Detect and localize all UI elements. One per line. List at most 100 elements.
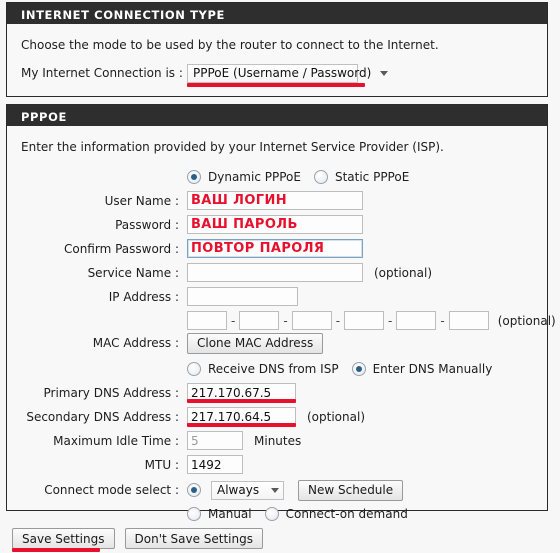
- connect-mode-options-control: Manual Connect-on demand: [187, 506, 408, 521]
- mac-octet-5-input[interactable]: [396, 311, 437, 330]
- chevron-down-icon: [271, 487, 279, 493]
- connect-mode-row: Connect mode select : Always New Schedul…: [19, 478, 535, 502]
- radio-enter-dns-manually[interactable]: [351, 361, 366, 376]
- service-name-input[interactable]: [187, 263, 363, 282]
- user-name-row: User Name :: [19, 190, 535, 211]
- secondary-dns-optional-text: (optional): [307, 409, 365, 424]
- mac-octet-3-input[interactable]: [291, 311, 332, 330]
- chevron-down-icon: [380, 70, 389, 76]
- primary-dns-control: [187, 383, 296, 403]
- user-name-input[interactable]: [187, 191, 363, 210]
- internet-connection-type-panel: Choose the mode to be used by the router…: [6, 24, 548, 97]
- secondary-dns-highlight-underline: [187, 423, 296, 427]
- internet-connection-type-title: INTERNET CONNECTION TYPE: [21, 8, 225, 22]
- mac-separator-5: -: [440, 313, 445, 328]
- secondary-dns-label: Secondary DNS Address :: [26, 409, 179, 424]
- pppoe-mode-row: Dynamic PPPoE Static PPPoE: [19, 166, 535, 187]
- save-settings-highlight-underline: [12, 548, 100, 552]
- connection-type-intro: Choose the mode to be used by the router…: [21, 38, 439, 52]
- clone-mac-control: Clone MAC Address: [187, 332, 324, 354]
- max-idle-time-control: Minutes: [187, 431, 301, 450]
- ip-address-row: IP Address :: [19, 286, 535, 307]
- footer-actions: Save Settings Don't Save Settings: [12, 528, 263, 552]
- mac-address-octets-control: - - - - - (optional): [187, 311, 556, 330]
- dns-mode-row: Receive DNS from ISP Enter DNS Manually: [19, 358, 535, 379]
- mac-octet-6-input[interactable]: [448, 311, 489, 330]
- radio-connect-on-demand[interactable]: [264, 506, 279, 521]
- connect-mode-label: Connect mode select :: [44, 483, 179, 497]
- service-name-optional-text: (optional): [374, 265, 432, 280]
- radio-dynamic-pppoe[interactable]: [187, 169, 201, 184]
- radio-receive-dns-from-isp[interactable]: [187, 361, 201, 376]
- password-input[interactable]: [187, 215, 363, 234]
- user-name-label: User Name :: [104, 193, 179, 208]
- radio-connect-mode-always[interactable]: [187, 483, 201, 497]
- connection-type-control: PPPoE (Username / Password): [187, 63, 389, 87]
- connection-type-highlight-underline: [187, 82, 365, 87]
- connection-type-row: My Internet Connection is : PPPoE (Usern…: [19, 62, 535, 87]
- password-row: Password :: [19, 214, 535, 235]
- mac-octet-1-input[interactable]: [187, 311, 227, 330]
- mac-separator-2: -: [283, 313, 288, 328]
- connect-mode-select[interactable]: Always: [211, 480, 284, 500]
- confirm-password-control: [187, 239, 363, 258]
- mtu-control: [187, 455, 243, 474]
- secondary-dns-control: (optional): [187, 407, 365, 427]
- ip-address-input[interactable]: [187, 287, 298, 306]
- minutes-label: Minutes: [254, 433, 302, 448]
- mac-address-row: MAC Address : Clone MAC Address: [19, 331, 535, 355]
- label-dynamic-pppoe: Dynamic PPPoE: [208, 169, 301, 184]
- mac-octet-2-input[interactable]: [239, 311, 280, 330]
- pppoe-body: Enter the information provided by your I…: [7, 126, 556, 537]
- connection-type-label: My Internet Connection is :: [21, 66, 183, 80]
- secondary-dns-row: Secondary DNS Address : (optional): [19, 406, 535, 427]
- pppoe-mode-control: Dynamic PPPoE Static PPPoE: [187, 169, 410, 184]
- mac-separator-1: -: [231, 313, 236, 328]
- max-idle-time-label: Maximum Idle Time :: [53, 433, 179, 448]
- label-connect-on-demand: Connect-on demand: [285, 506, 408, 521]
- max-idle-time-row: Maximum Idle Time : Minutes: [19, 430, 535, 451]
- pppoe-panel: Enter the information provided by your I…: [6, 126, 556, 521]
- primary-dns-highlight-underline: [187, 399, 296, 403]
- label-static-pppoe: Static PPPoE: [334, 169, 410, 184]
- max-idle-time-input[interactable]: [187, 431, 243, 450]
- dns-mode-control: Receive DNS from ISP Enter DNS Manually: [187, 361, 493, 376]
- connection-type-body: Choose the mode to be used by the router…: [7, 24, 547, 97]
- pppoe-title: PPPOE: [21, 110, 67, 124]
- password-control: [187, 215, 363, 234]
- connection-type-select-value: PPPoE (Username / Password): [193, 66, 372, 80]
- connection-type-select[interactable]: PPPoE (Username / Password): [187, 63, 389, 83]
- service-name-label: Service Name :: [87, 265, 179, 280]
- clone-mac-address-button[interactable]: Clone MAC Address: [187, 332, 324, 354]
- ip-address-control: [187, 287, 298, 306]
- mac-address-label: MAC Address :: [92, 336, 179, 350]
- mac-address-octets-row: - - - - - (optional): [19, 310, 556, 331]
- service-name-control: (optional): [187, 263, 432, 282]
- pppoe-intro: Enter the information provided by your I…: [21, 140, 444, 154]
- mtu-input[interactable]: [187, 455, 243, 474]
- password-label: Password :: [115, 217, 179, 232]
- connect-mode-select-value: Always: [217, 483, 260, 497]
- service-name-row: Service Name : (optional): [19, 262, 535, 283]
- primary-dns-label: Primary DNS Address :: [43, 385, 179, 400]
- user-name-control: [187, 191, 363, 210]
- mac-address-optional-text: (optional): [497, 313, 556, 328]
- radio-static-pppoe[interactable]: [313, 169, 328, 184]
- confirm-password-label: Confirm Password :: [63, 241, 179, 256]
- save-settings-wrapper: Save Settings: [12, 528, 115, 552]
- connect-mode-always-control: Always New Schedule: [187, 479, 404, 501]
- save-settings-button[interactable]: Save Settings: [12, 528, 115, 549]
- primary-dns-row: Primary DNS Address :: [19, 382, 535, 403]
- confirm-password-input[interactable]: [187, 239, 363, 258]
- label-connect-mode-manual: Manual: [208, 506, 252, 521]
- label-enter-dns-manually: Enter DNS Manually: [372, 361, 493, 376]
- radio-connect-mode-manual[interactable]: [187, 506, 201, 521]
- dont-save-settings-button[interactable]: Don't Save Settings: [124, 528, 263, 549]
- confirm-password-row: Confirm Password :: [19, 238, 535, 259]
- mac-octet-4-input[interactable]: [344, 311, 385, 330]
- ip-address-label: IP Address :: [108, 289, 179, 304]
- label-receive-dns-from-isp: Receive DNS from ISP: [208, 361, 339, 376]
- new-schedule-button[interactable]: New Schedule: [298, 479, 404, 501]
- mac-separator-3: -: [335, 313, 341, 328]
- mac-separator-4: -: [388, 313, 393, 328]
